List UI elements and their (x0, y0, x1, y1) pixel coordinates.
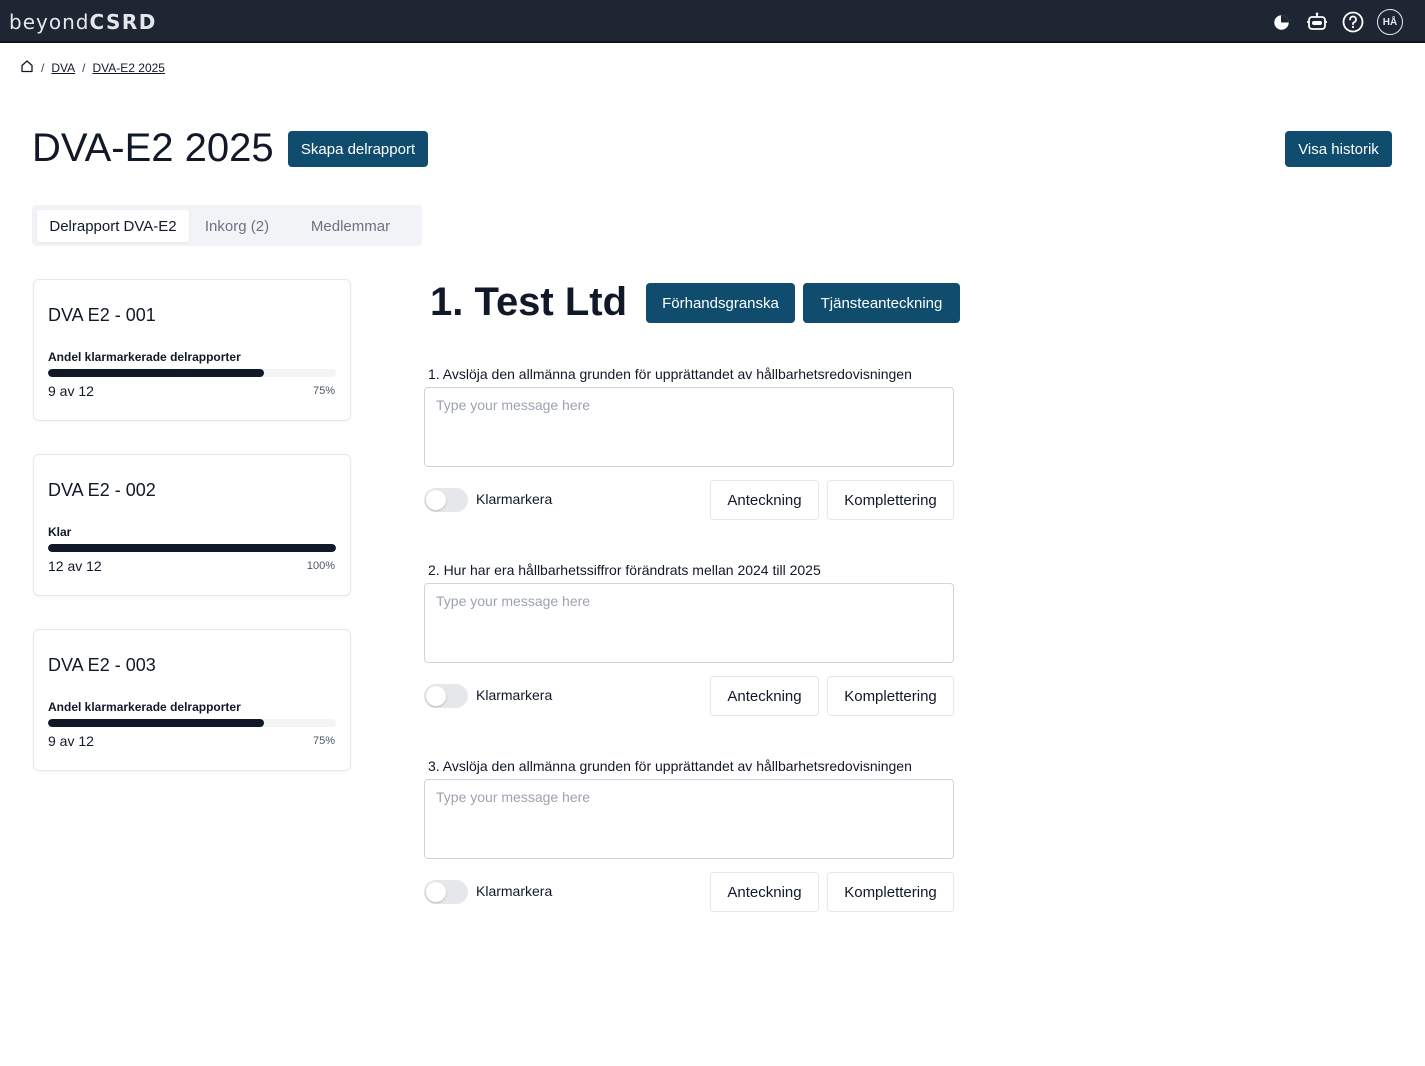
card-title: DVA E2 - 003 (48, 655, 156, 675)
mark-done-toggle[interactable] (424, 684, 468, 708)
report-card-001[interactable]: DVA E2 - 001 Andel klarmarkerade delrapp… (33, 279, 351, 421)
complement-button[interactable]: Komplettering (827, 676, 954, 716)
report-card-002[interactable]: DVA E2 - 002 Klar 12 av 12 100% (33, 454, 351, 596)
card-count: 9 av 12 (48, 733, 94, 749)
logo-text-bold: CSRD (89, 10, 157, 34)
tab-bar: Delrapport DVA-E2 Inkorg (2) Medlemmar (32, 205, 422, 246)
toggle-knob (426, 882, 446, 902)
avatar[interactable]: HÅ (1377, 9, 1403, 35)
progress-bar (48, 719, 336, 727)
question-actions: Klarmarkera Anteckning Komplettering (424, 480, 960, 520)
breadcrumb-link-current[interactable]: DVA-E2 2025 (92, 61, 165, 75)
toggle-knob (426, 490, 446, 510)
card-subtitle: Klar (48, 525, 72, 539)
complement-button[interactable]: Komplettering (827, 872, 954, 912)
mark-done-toggle[interactable] (424, 880, 468, 904)
card-count: 9 av 12 (48, 383, 94, 399)
progress-fill (48, 369, 264, 377)
card-subtitle: Andel klarmarkerade delrapporter (48, 700, 241, 714)
card-title: DVA E2 - 002 (48, 480, 156, 500)
card-percent: 75% (312, 385, 335, 397)
toggle-label: Klarmarkera (476, 883, 553, 899)
question-3: 3. Avslöja den allmänna grunden för uppr… (424, 756, 960, 912)
toggle-knob (426, 686, 446, 706)
question-actions: Klarmarkera Anteckning Komplettering (424, 676, 960, 716)
app-logo[interactable]: beyondCSRD (9, 10, 157, 34)
question-label: 3. Avslöja den allmänna grunden för uppr… (428, 758, 912, 774)
service-note-button[interactable]: Tjänsteanteckning (803, 283, 960, 323)
company-title: 1. Test Ltd (430, 280, 628, 324)
logo-text-light: beyond (9, 10, 90, 34)
top-navbar: beyondCSRD HÅ (0, 0, 1425, 43)
tab-members[interactable]: Medlemmar (294, 210, 407, 242)
create-subreport-button[interactable]: Skapa delrapport (288, 131, 428, 167)
robot-icon[interactable] (1305, 10, 1329, 34)
card-subtitle: Andel klarmarkerade delrapporter (48, 350, 241, 364)
tab-delrapport[interactable]: Delrapport DVA-E2 (37, 210, 189, 242)
top-icons: HÅ (1269, 9, 1403, 35)
answer-input[interactable] (424, 387, 954, 467)
show-history-button[interactable]: Visa historik (1285, 131, 1392, 167)
breadcrumb-link-dva[interactable]: DVA (51, 61, 75, 75)
preview-button[interactable]: Förhandsgranska (646, 283, 795, 323)
progress-fill (48, 544, 336, 552)
note-button[interactable]: Anteckning (710, 480, 819, 520)
question-label: 1. Avslöja den allmänna grunden för uppr… (428, 366, 912, 382)
card-count: 12 av 12 (48, 558, 102, 574)
answer-input[interactable] (424, 779, 954, 859)
complement-button[interactable]: Komplettering (827, 480, 954, 520)
breadcrumb: / DVA / DVA-E2 2025 (20, 59, 165, 76)
tab-inbox[interactable]: Inkorg (2) (192, 210, 282, 242)
card-percent: 100% (306, 560, 335, 572)
question-1: 1. Avslöja den allmänna grunden för uppr… (424, 364, 960, 520)
answer-input[interactable] (424, 583, 954, 663)
card-title: DVA E2 - 001 (48, 305, 156, 325)
breadcrumb-separator: / (82, 60, 86, 75)
pie-chart-icon[interactable] (1269, 10, 1293, 34)
note-button[interactable]: Anteckning (710, 676, 819, 716)
note-button[interactable]: Anteckning (710, 872, 819, 912)
home-icon[interactable] (20, 59, 34, 76)
question-label: 2. Hur har era hållbarhetssiffror föränd… (428, 562, 821, 578)
progress-bar (48, 369, 336, 377)
help-icon[interactable] (1341, 10, 1365, 34)
progress-bar (48, 544, 336, 552)
toggle-label: Klarmarkera (476, 491, 553, 507)
report-card-003[interactable]: DVA E2 - 003 Andel klarmarkerade delrapp… (33, 629, 351, 771)
page-title: DVA-E2 2025 (32, 126, 274, 170)
mark-done-toggle[interactable] (424, 488, 468, 512)
breadcrumb-separator: / (41, 60, 45, 75)
toggle-label: Klarmarkera (476, 687, 553, 703)
card-percent: 75% (312, 735, 335, 747)
question-2: 2. Hur har era hållbarhetssiffror föränd… (424, 560, 960, 716)
question-actions: Klarmarkera Anteckning Komplettering (424, 872, 960, 912)
progress-fill (48, 719, 264, 727)
